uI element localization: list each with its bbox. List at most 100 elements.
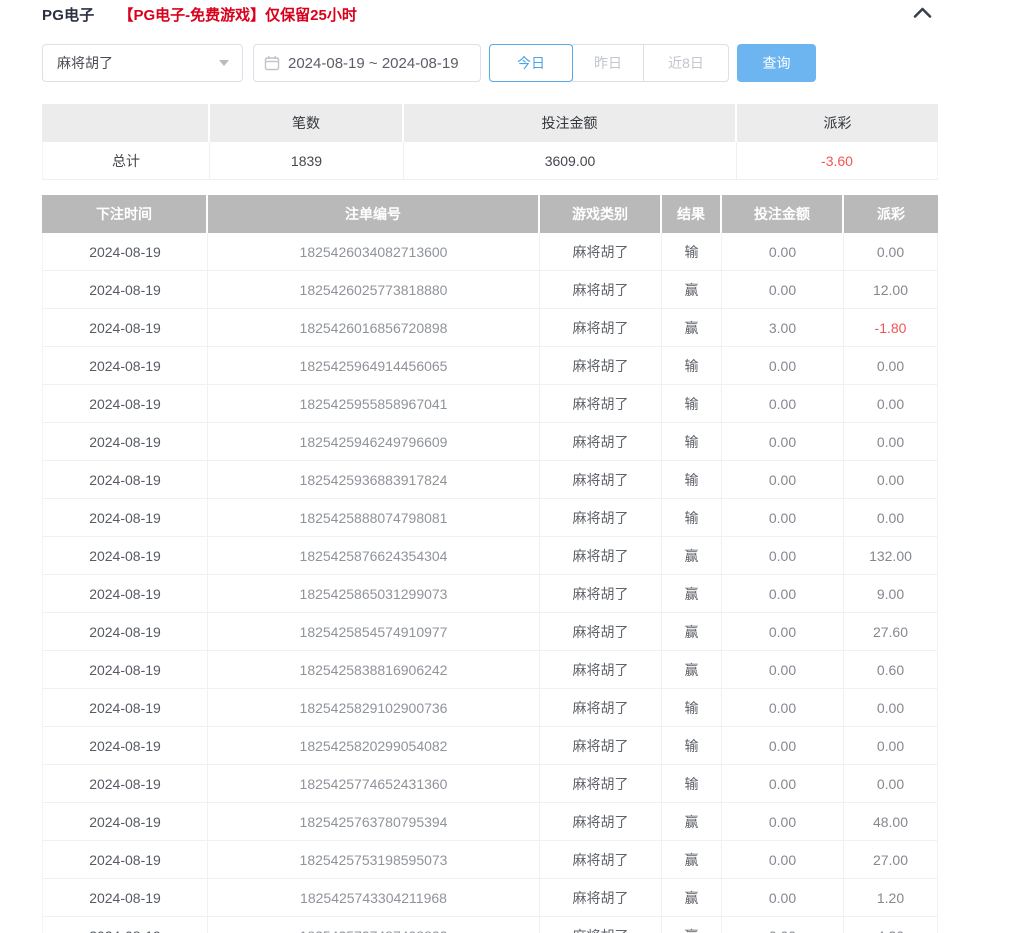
chevron-up-icon[interactable] [911, 5, 934, 20]
search-button[interactable]: 查询 [737, 44, 816, 82]
cell-result: 输 [662, 689, 722, 726]
cell-bet-amount: 0.00 [722, 879, 844, 916]
cell-order-id: 1825425888074798081 [208, 499, 540, 536]
summary-total-label: 总计 [42, 142, 210, 179]
cell-game-type: 麻将胡了 [540, 575, 662, 612]
cell-order-id: 1825425955858967041 [208, 385, 540, 422]
cell-game-type: 麻将胡了 [540, 233, 662, 270]
cell-order-id: 1825425936883917824 [208, 461, 540, 498]
quick-button-today[interactable]: 今日 [489, 44, 573, 82]
cell-game-type: 麻将胡了 [540, 727, 662, 764]
table-row: 2024-08-191825425964914456065麻将胡了输0.000.… [42, 347, 938, 385]
cell-game-type: 麻将胡了 [540, 917, 662, 933]
cell-bet-time: 2024-08-19 [42, 651, 208, 688]
table-row: 2024-08-191825425743304211968麻将胡了赢0.001.… [42, 879, 938, 917]
calendar-icon [264, 55, 280, 71]
cell-result: 输 [662, 727, 722, 764]
cell-order-id: 1825425774652431360 [208, 765, 540, 802]
cell-game-type: 麻将胡了 [540, 879, 662, 916]
cell-result: 输 [662, 233, 722, 270]
records-header-cell: 派彩 [844, 195, 938, 233]
quick-button-last8days[interactable]: 近8日 [643, 44, 729, 82]
records-header-cell: 注单编号 [208, 195, 540, 233]
caret-down-icon [219, 60, 229, 66]
table-row: 2024-08-191825426034082713600麻将胡了输0.000.… [42, 233, 938, 271]
records-header-cell: 下注时间 [42, 195, 208, 233]
summary-header-cell: 投注金额 [404, 104, 737, 142]
cell-bet-amount: 0.00 [722, 841, 844, 878]
betting-records-panel: PG电子 【PG电子-免费游戏】仅保留25小时 麻将胡了 2024-08-19 … [0, 0, 1019, 933]
cell-bet-amount: 0.00 [722, 689, 844, 726]
table-row: 2024-08-191825425829102900736麻将胡了输0.000.… [42, 689, 938, 727]
table-row: 2024-08-191825425876624354304麻将胡了赢0.0013… [42, 537, 938, 575]
cell-payout: -1.80 [844, 309, 938, 346]
cell-game-type: 麻将胡了 [540, 651, 662, 688]
table-row: 2024-08-191825425763780795394麻将胡了赢0.0048… [42, 803, 938, 841]
cell-payout: 48.00 [844, 803, 938, 840]
cell-bet-time: 2024-08-19 [42, 423, 208, 460]
cell-game-type: 麻将胡了 [540, 461, 662, 498]
cell-bet-time: 2024-08-19 [42, 689, 208, 726]
cell-game-type: 麻将胡了 [540, 499, 662, 536]
cell-bet-time: 2024-08-19 [42, 347, 208, 384]
summary-table-header: 笔数投注金额派彩 [42, 104, 938, 142]
cell-order-id: 1825425763780795394 [208, 803, 540, 840]
table-row: 2024-08-191825425936883917824麻将胡了输0.000.… [42, 461, 938, 499]
cell-bet-time: 2024-08-19 [42, 613, 208, 650]
cell-result: 赢 [662, 917, 722, 933]
cell-payout: 0.00 [844, 233, 938, 270]
date-range-picker[interactable]: 2024-08-19 ~ 2024-08-19 [253, 44, 481, 82]
cell-bet-time: 2024-08-19 [42, 917, 208, 933]
summary-count: 1839 [210, 142, 404, 179]
cell-bet-amount: 0.00 [722, 803, 844, 840]
quick-button-yesterday[interactable]: 昨日 [572, 44, 644, 82]
summary-header-cell: 笔数 [210, 104, 404, 142]
table-row: 2024-08-191825425888074798081麻将胡了输0.000.… [42, 499, 938, 537]
table-row: 2024-08-191825425737487408832麻将胡了赢0.004.… [42, 917, 938, 933]
cell-result: 赢 [662, 537, 722, 574]
cell-bet-amount: 0.00 [722, 347, 844, 384]
table-row: 2024-08-191825426016856720898麻将胡了赢3.00-1… [42, 309, 938, 347]
cell-order-id: 1825425854574910977 [208, 613, 540, 650]
cell-game-type: 麻将胡了 [540, 423, 662, 460]
cell-result: 输 [662, 461, 722, 498]
filter-bar: 麻将胡了 2024-08-19 ~ 2024-08-19 今日昨日近8日 查询 [42, 44, 1019, 82]
cell-payout: 0.00 [844, 461, 938, 498]
cell-bet-time: 2024-08-19 [42, 309, 208, 346]
cell-result: 输 [662, 385, 722, 422]
table-row: 2024-08-191825425854574910977麻将胡了赢0.0027… [42, 613, 938, 651]
cell-payout: 0.60 [844, 651, 938, 688]
cell-bet-amount: 0.00 [722, 575, 844, 612]
records-header-cell: 结果 [662, 195, 722, 233]
cell-result: 赢 [662, 613, 722, 650]
table-row: 2024-08-191825425774652431360麻将胡了输0.000.… [42, 765, 938, 803]
cell-bet-time: 2024-08-19 [42, 803, 208, 840]
cell-bet-amount: 3.00 [722, 309, 844, 346]
cell-result: 输 [662, 423, 722, 460]
cell-result: 输 [662, 347, 722, 384]
cell-order-id: 1825425876624354304 [208, 537, 540, 574]
panel-header: PG电子 【PG电子-免费游戏】仅保留25小时 [42, 5, 938, 23]
table-row: 2024-08-191825425946249796609麻将胡了输0.000.… [42, 423, 938, 461]
cell-payout: 0.00 [844, 347, 938, 384]
records-header-cell: 投注金额 [722, 195, 844, 233]
summary-header-cell: 派彩 [737, 104, 938, 142]
cell-bet-amount: 0.00 [722, 423, 844, 460]
cell-game-type: 麻将胡了 [540, 309, 662, 346]
cell-payout: 9.00 [844, 575, 938, 612]
page-title: PG电子 [42, 4, 94, 25]
cell-bet-time: 2024-08-19 [42, 575, 208, 612]
cell-bet-time: 2024-08-19 [42, 727, 208, 764]
cell-bet-amount: 0.00 [722, 499, 844, 536]
cell-result: 赢 [662, 841, 722, 878]
table-row: 2024-08-191825425838816906242麻将胡了赢0.000.… [42, 651, 938, 689]
cell-bet-time: 2024-08-19 [42, 499, 208, 536]
cell-order-id: 1825425820299054082 [208, 727, 540, 764]
cell-result: 赢 [662, 803, 722, 840]
cell-order-id: 1825425838816906242 [208, 651, 540, 688]
game-select[interactable]: 麻将胡了 [42, 44, 243, 82]
cell-payout: 0.00 [844, 727, 938, 764]
cell-bet-amount: 0.00 [722, 461, 844, 498]
summary-header-cell [42, 104, 210, 142]
cell-game-type: 麻将胡了 [540, 841, 662, 878]
